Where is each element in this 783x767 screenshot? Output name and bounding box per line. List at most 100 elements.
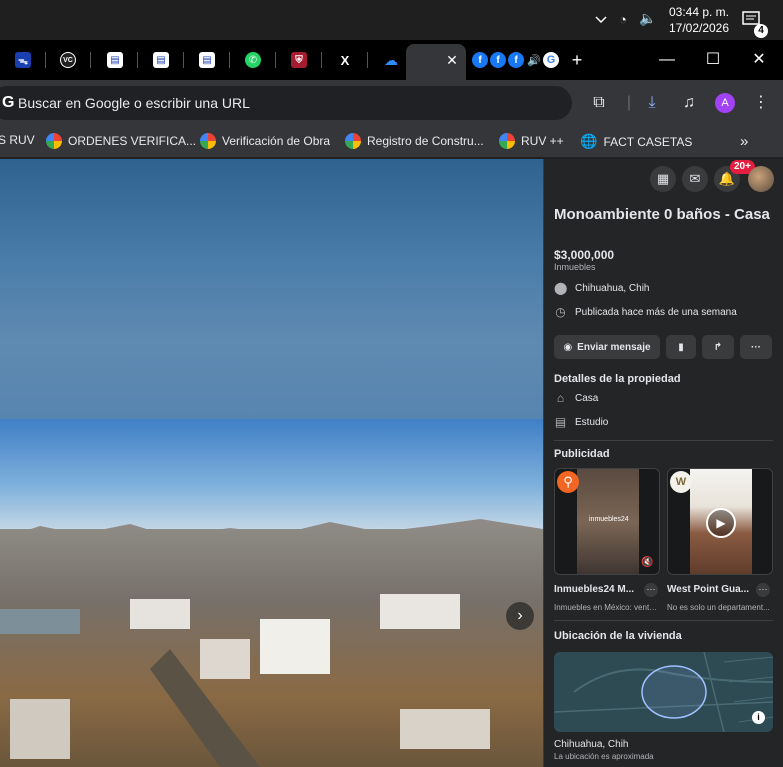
section-divider	[554, 620, 773, 621]
bookmark-item[interactable]: RUV ++	[499, 133, 564, 149]
location-map[interactable]: i	[554, 652, 773, 732]
house-icon: ⌂	[556, 391, 565, 405]
bookmark-item[interactable]: Registro de Constru...	[345, 133, 484, 149]
x-logo-icon: X	[337, 52, 353, 68]
tab-close-button[interactable]: ✕	[441, 48, 463, 72]
system-clock[interactable]: 03:44 p. m. 17/02/2026	[664, 4, 734, 36]
tab-onedrive[interactable]: ☁	[380, 48, 402, 72]
ruv-logo-icon	[499, 133, 515, 149]
ad-card-inmuebles24[interactable]: ⚲ inmuebles24 🔇	[554, 468, 660, 575]
share-icon: ↱	[713, 341, 723, 353]
ad-brand-text: inmuebles24	[589, 516, 629, 523]
info-icon[interactable]: i	[752, 711, 765, 724]
listing-published-row: ◷ Publicada hace más de una semana	[554, 306, 737, 319]
ad-card-westpoint[interactable]: W ▶	[667, 468, 773, 575]
address-placeholder: Buscar en Google o escribir una URL	[18, 95, 250, 111]
save-button[interactable]: ▮	[666, 335, 696, 359]
property-layout: Estudio	[575, 417, 609, 428]
bookmark-item[interactable]: ORDENES VERIFICA...	[46, 133, 196, 149]
profile-avatar[interactable]: A	[715, 93, 735, 113]
browser-tab-strip: ᯓ VC ▤ ▤ ▤ ✆ ⛨ X ☁ f ✕ f f f 🔊 G + — ☐ ✕	[0, 40, 783, 80]
extensions-icon[interactable]: ⧉	[589, 93, 609, 113]
toolbar-divider: |	[626, 94, 632, 111]
play-icon[interactable]: ▶	[706, 508, 736, 538]
location-pin-icon: ⬤	[554, 281, 568, 295]
tab-whatsapp[interactable]: ✆	[242, 48, 264, 72]
facebook-icon: f	[508, 52, 524, 68]
minimize-button[interactable]: —	[657, 50, 677, 70]
messenger-icon[interactable]: ✉	[682, 166, 708, 192]
ruv-logo-icon	[345, 133, 361, 149]
close-icon: ✕	[446, 51, 458, 68]
bookmark-item[interactable]: 🌐 FACT CASETAS	[580, 133, 692, 150]
listing-location-row: ⬤ Chihuahua, Chih	[554, 282, 650, 295]
notification-center-button[interactable]: 4	[741, 10, 768, 38]
map-approx-note: La ubicación es aproximada	[554, 752, 654, 761]
tab-google[interactable]: G	[540, 48, 562, 72]
send-message-button[interactable]: ◉ Enviar mensaje	[554, 335, 660, 359]
mute-icon[interactable]: 🔇	[641, 557, 653, 568]
ads-heading: Publicidad	[554, 448, 610, 460]
send-message-label: Enviar mensaje	[577, 341, 651, 353]
share-button[interactable]: ↱	[702, 335, 734, 359]
browser-toolbar: G Buscar en Google o escribir una URL ⧉ …	[0, 80, 783, 126]
more-icon: ···	[751, 341, 761, 353]
maximize-button[interactable]: ☐	[703, 50, 723, 70]
section-divider	[554, 440, 773, 441]
bookmark-icon: ▮	[678, 341, 684, 353]
whatsapp-icon: ✆	[245, 52, 261, 68]
bookmarks-overflow-button[interactable]: »	[740, 133, 748, 150]
cloud-icon: ☁	[384, 51, 398, 68]
messenger-icon: ◉	[563, 341, 573, 353]
more-options-button[interactable]: ···	[740, 335, 772, 359]
westpoint-logo-icon: W	[670, 471, 692, 493]
tab-shield[interactable]: ⛨	[288, 48, 310, 72]
window-close-button[interactable]: ✕	[749, 50, 769, 70]
listing-title: Monoambiente 0 baños - Casa	[554, 206, 770, 223]
ad-more-button[interactable]: ···	[756, 583, 770, 597]
ad-title[interactable]: West Point Gua...	[667, 584, 751, 595]
ad-more-button[interactable]: ···	[644, 583, 658, 597]
google-icon: G	[543, 52, 559, 68]
photo-houses	[0, 594, 490, 767]
plus-icon: +	[571, 49, 583, 70]
menu-grid-icon[interactable]: ▦	[650, 166, 676, 192]
listing-category[interactable]: Inmuebles	[554, 262, 596, 272]
tab-doc-1[interactable]: ▤	[104, 48, 126, 72]
shield-favicon-icon: ⛨	[291, 52, 307, 68]
bookmark-label: Verificación de Obra	[222, 134, 331, 148]
property-details-heading: Detalles de la propiedad	[554, 373, 681, 385]
tab-doc-3[interactable]: ▤	[196, 48, 218, 72]
download-icon[interactable]: ⤓	[642, 93, 662, 113]
listing-price: $3,000,000	[554, 248, 615, 262]
ad-title[interactable]: Inmuebles24 M...	[554, 584, 638, 595]
bookmark-item[interactable]: S RUV	[0, 133, 35, 147]
volume-icon[interactable]: 🔈	[639, 10, 656, 27]
address-bar[interactable]: G Buscar en Google o escribir una URL	[0, 86, 572, 120]
windows-taskbar: ◔ 🔈 03:44 p. m. 17/02/2026 4	[0, 0, 783, 40]
tab-x[interactable]: X	[334, 48, 356, 72]
media-control-icon[interactable]: ♫	[679, 93, 699, 113]
facebook-profile-avatar[interactable]	[748, 166, 774, 192]
property-type: Casa	[575, 393, 599, 404]
facebook-top-icons: ▦ ✉ 🔔 20+	[544, 159, 783, 199]
globe-icon: 🌐	[580, 133, 598, 149]
menu-kebab-icon[interactable]: ⋮	[751, 93, 771, 113]
property-type-row: ⌂ Casa	[554, 392, 598, 405]
listing-location[interactable]: Chihuahua, Chih	[575, 283, 650, 294]
new-tab-button[interactable]: +	[566, 48, 588, 72]
photo-sky	[0, 419, 543, 529]
bookmark-item[interactable]: Verificación de Obra	[200, 133, 330, 149]
notification-count-badge: 4	[754, 24, 768, 38]
clock-time: 03:44 p. m.	[668, 5, 730, 19]
next-photo-button[interactable]: ›	[506, 602, 534, 630]
listing-published: Publicada hace más de una semana	[575, 307, 737, 318]
building-icon: ▤	[554, 415, 567, 429]
document-favicon-icon: ▤	[153, 52, 169, 68]
chevron-down-icon[interactable]	[594, 13, 608, 27]
wifi-icon[interactable]: ◔	[619, 12, 627, 27]
tab-doc-2[interactable]: ▤	[150, 48, 172, 72]
tab-ruv-1[interactable]: ᯓ	[12, 48, 34, 72]
tab-vrc[interactable]: VC	[57, 48, 79, 72]
circle-logo-icon: VC	[60, 52, 76, 68]
